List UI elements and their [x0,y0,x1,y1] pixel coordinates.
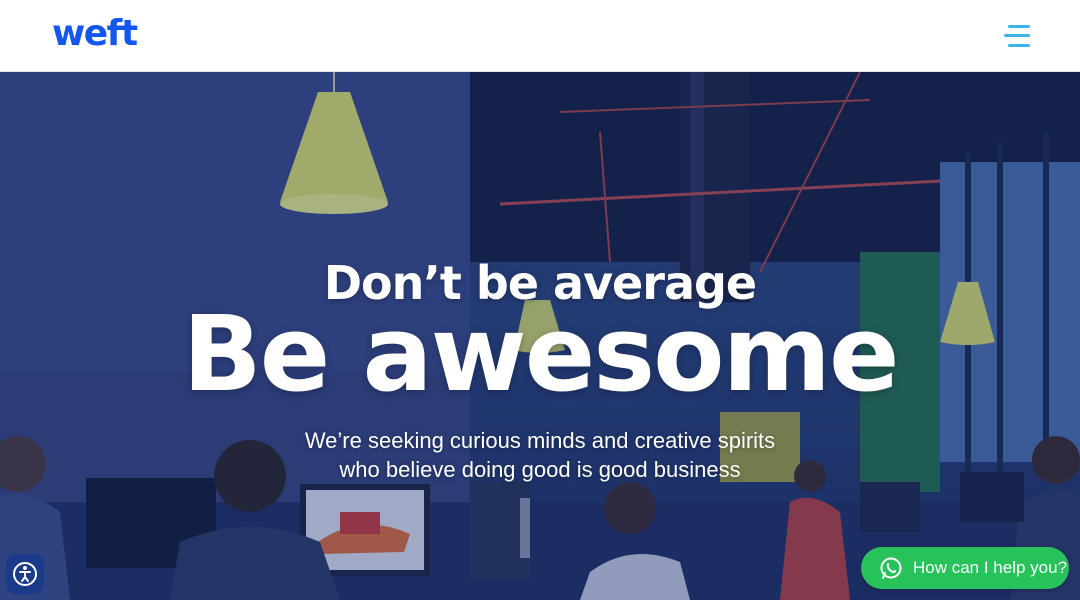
menu-line [1008,43,1030,47]
whatsapp-icon [879,556,903,580]
accessibility-icon[interactable] [6,554,44,594]
accessibility-icon-glyph [13,562,37,586]
hero-headline: Be awesome [182,293,899,415]
site-header: weft [0,0,1080,72]
weft-logo[interactable]: weft [52,15,138,52]
menu-line [1004,34,1030,37]
whatsapp-chat-button[interactable]: How can I help you? [861,547,1069,589]
menu-line [1008,24,1030,28]
hero-subtitle: We’re seeking curious minds and creative… [304,428,776,482]
hamburger-menu-icon[interactable] [1004,24,1030,47]
hero-section: Don’t be average Be awesome We’re seekin… [0,72,1080,600]
chat-label: How can I help you? [913,558,1068,577]
